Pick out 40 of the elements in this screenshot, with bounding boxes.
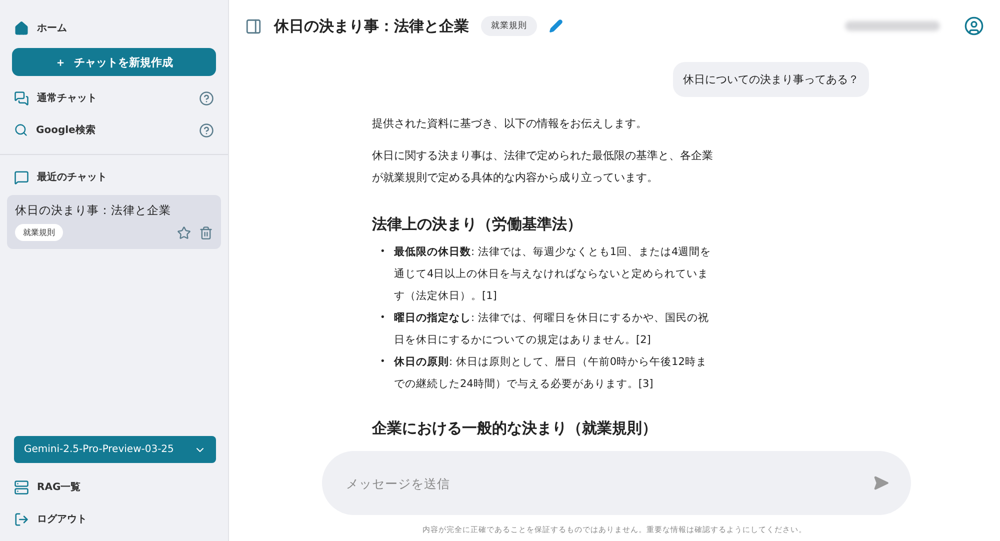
message-bar[interactable]: メッセージを送信 [322,451,911,515]
answer-heading: 法律上の決まり（労働基準法） [372,214,583,235]
bullet-mark: • [380,356,386,369]
logout-icon [14,512,29,526]
chat-item[interactable]: 休日の決まり事：法律と企業 就業規則 [7,195,221,249]
server-icon [14,480,29,494]
bullet-mark: • [380,246,386,259]
pencil-icon[interactable] [549,19,563,33]
trash-icon[interactable] [199,226,213,240]
chat-tag: 就業規則 [481,16,537,36]
help-icon[interactable] [199,90,214,106]
send-icon[interactable] [873,475,889,491]
nav-link[interactable]: ログアウト [37,512,214,526]
bullet-item: 休日の原則: 休日は原則として、暦日（午前0時から午後12時までの継続した24時間）で与える必要があります。[3] [394,355,708,392]
mode-link[interactable]: 通常チャット [37,91,191,105]
chat-title: 休日の決まり事：法律と企業 [15,203,172,218]
user-message: 休日についての決まり事ってある？ [673,62,869,97]
search-icon [14,123,28,137]
answer-paragraph: 提供された資料に基づき、以下の情報をお伝えします。 [372,116,648,132]
star-icon[interactable] [177,226,191,240]
bullet-item: 最低限の休日数: 法律では、毎週少なくとも1回、または4週間を通じて4日以上の休日を与えなければならないと定められています（法定休日）。[1] [394,245,712,304]
help-icon[interactable] [199,122,214,138]
message-field[interactable]: メッセージを送信 [344,463,873,503]
chat-bubbles-icon [14,90,29,106]
answer-heading: 企業における一般的な決まり（就業規則） [372,418,658,439]
chat-tag: 就業規則 [15,224,63,241]
new-chat-button[interactable]: ＋ チャットを新規作成 [12,48,216,76]
mode-link[interactable]: Google検索 [36,123,191,137]
model-select[interactable]: Gemini-2.5-Pro-Preview-03-25 [14,436,216,463]
answer-paragraph: 休日に関する決まり事は、法律で定められた最低限の基準と、各企業が就業規則で定める具体的な内容から成り立っています。 [372,148,714,186]
chat-title: 休日の決まり事：法律と企業 [274,16,469,36]
user-avatar-icon[interactable] [964,16,984,36]
section-title: 最近のチャット [37,170,108,184]
home-icon [14,20,29,36]
chat-icon [14,170,29,184]
bullet-mark: • [380,312,386,325]
bullet-item: 曜日の指定なし: 法律では、何曜日を休日にするかや、国民の祝日を休日にするかについての規定はありません。[2] [394,310,710,348]
sidebar-toggle-icon[interactable] [245,18,262,34]
home-link[interactable]: ホーム [37,21,214,35]
nav-link[interactable]: RAG一覧 [37,480,214,494]
